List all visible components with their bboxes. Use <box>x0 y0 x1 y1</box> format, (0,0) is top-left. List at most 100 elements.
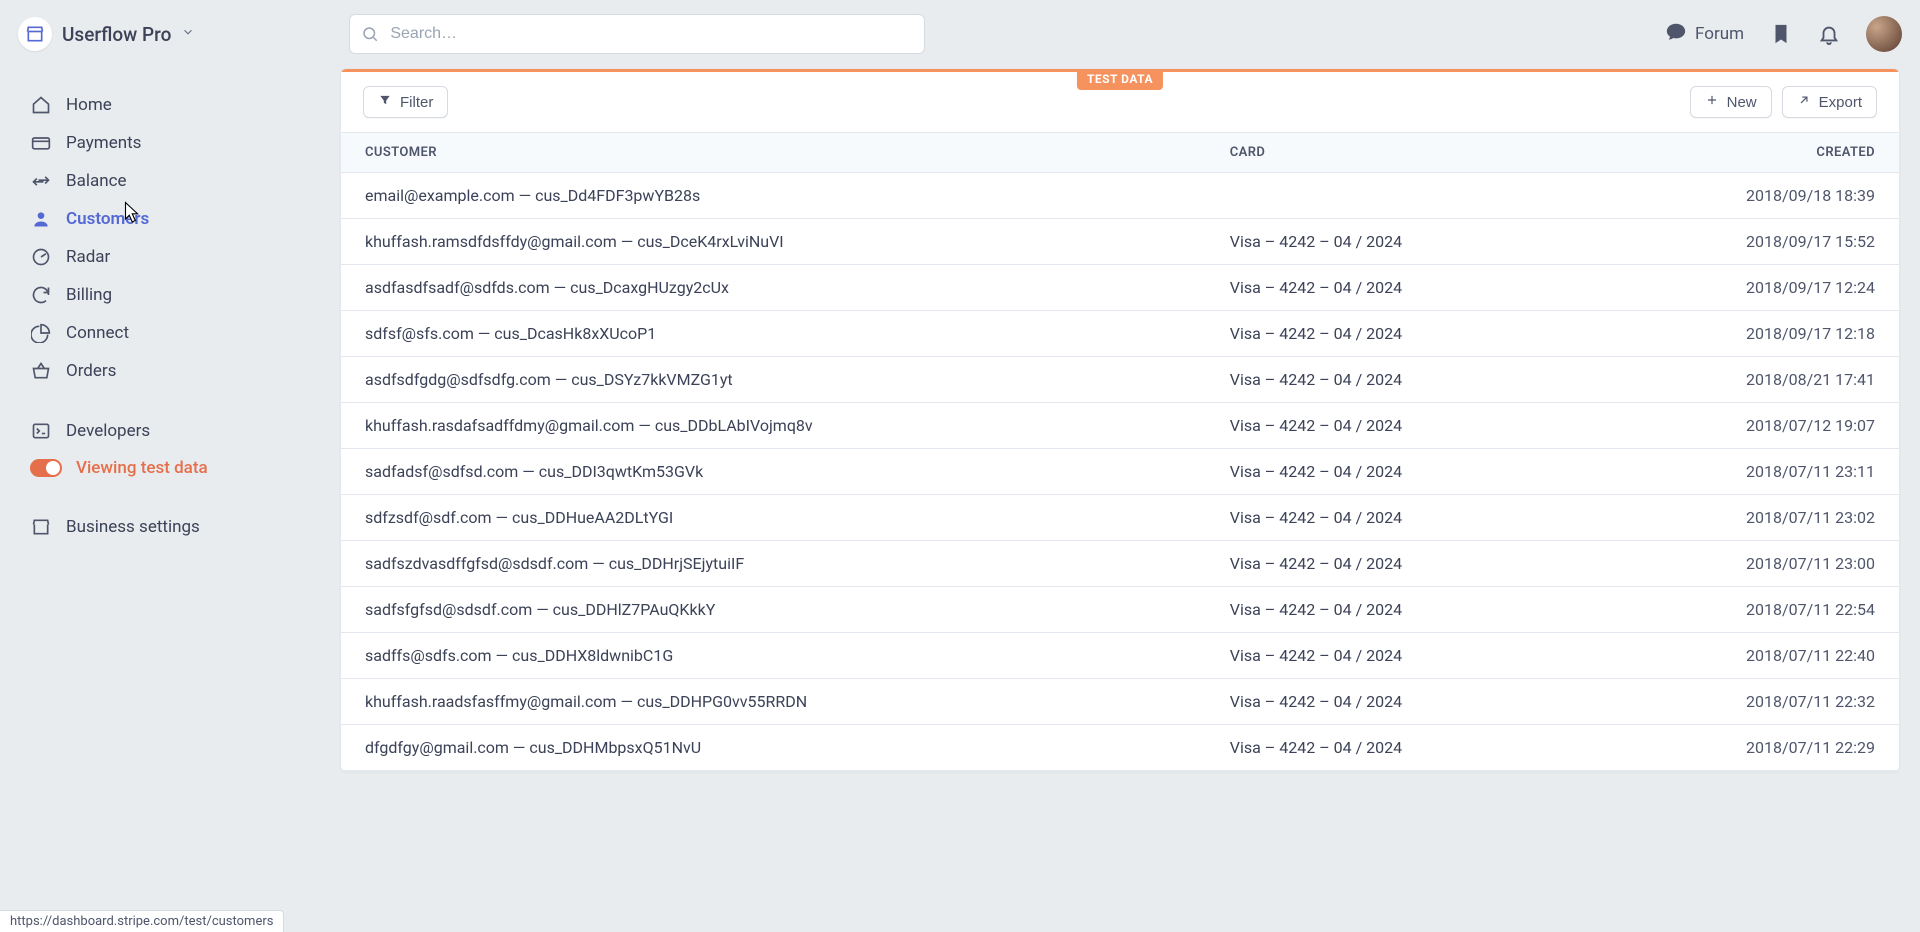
cell-created: 2018/07/11 22:32 <box>1590 679 1899 725</box>
table-row[interactable]: email@example.com — cus_Dd4FDF3pwYB28s20… <box>341 173 1899 219</box>
sidebar-item-business-settings[interactable]: Business settings <box>20 508 340 546</box>
cell-card: Visa – 4242 – 04 / 2024 <box>1206 587 1590 633</box>
cycle-icon <box>30 284 52 306</box>
terminal-icon <box>30 420 52 442</box>
sidebar-item-radar[interactable]: Radar <box>20 238 340 276</box>
forum-link[interactable]: Forum <box>1665 21 1744 48</box>
test-data-label: Viewing test data <box>76 458 208 478</box>
cell-customer: sdfzsdf@sdf.com — cus_DDHueAA2DLtYGI <box>341 495 1206 541</box>
cell-customer: sadfszdvasdffgfsd@sdsdf.com — cus_DDHrjS… <box>341 541 1206 587</box>
basket-icon <box>30 360 52 382</box>
table-row[interactable]: sadfszdvasdffgfsd@sdsdf.com — cus_DDHrjS… <box>341 541 1899 587</box>
table-row[interactable]: sdfzsdf@sdf.com — cus_DDHueAA2DLtYGIVisa… <box>341 495 1899 541</box>
cell-created: 2018/07/11 23:02 <box>1590 495 1899 541</box>
table-row[interactable]: khuffash.rasdafsadffdmy@gmail.com — cus_… <box>341 403 1899 449</box>
sidebar-item-home[interactable]: Home <box>20 86 340 124</box>
sidebar-item-developers[interactable]: Developers <box>20 412 340 450</box>
table-row[interactable]: sdfsf@sfs.com — cus_DcasHk8xXUcoP1Visa –… <box>341 311 1899 357</box>
cell-customer: sadfsfgfsd@sdsdf.com — cus_DDHlZ7PAuQKkk… <box>341 587 1206 633</box>
sidebar-item-label: Radar <box>66 247 110 267</box>
avatar[interactable] <box>1866 16 1902 52</box>
cell-card: Visa – 4242 – 04 / 2024 <box>1206 449 1590 495</box>
cell-card: Visa – 4242 – 04 / 2024 <box>1206 541 1590 587</box>
search-icon <box>361 25 379 43</box>
cell-created: 2018/09/17 12:24 <box>1590 265 1899 311</box>
cell-card: Visa – 4242 – 04 / 2024 <box>1206 495 1590 541</box>
chevron-down-icon <box>181 25 195 43</box>
cell-created: 2018/07/11 22:29 <box>1590 725 1899 771</box>
bell-icon[interactable] <box>1818 23 1840 45</box>
cell-created: 2018/07/11 23:11 <box>1590 449 1899 495</box>
bookmark-icon[interactable] <box>1770 23 1792 45</box>
table-row[interactable]: asdfsdfgdg@sdfsdfg.com — cus_DSYz7kkVMZG… <box>341 357 1899 403</box>
radar-icon <box>30 246 52 268</box>
plus-icon <box>1705 93 1719 111</box>
sidebar-item-billing[interactable]: Billing <box>20 276 340 314</box>
switch-on-icon <box>30 459 62 477</box>
cell-customer: sdfsf@sfs.com — cus_DcasHk8xXUcoP1 <box>341 311 1206 357</box>
export-button[interactable]: Export <box>1782 86 1877 118</box>
cell-customer: khuffash.ramsdfdsffdy@gmail.com — cus_Dc… <box>341 219 1206 265</box>
home-icon <box>30 94 52 116</box>
arrows-icon <box>30 170 52 192</box>
cell-created: 2018/08/21 17:41 <box>1590 357 1899 403</box>
status-bar-url: https://dashboard.stripe.com/test/custom… <box>0 910 284 932</box>
cell-customer: khuffash.rasdafsadffdmy@gmail.com — cus_… <box>341 403 1206 449</box>
store-icon <box>18 17 52 51</box>
test-mode-bar: TEST DATA <box>341 69 1899 72</box>
sidebar-item-orders[interactable]: Orders <box>20 352 340 390</box>
export-icon <box>1797 93 1811 111</box>
sidebar-item-label: Customers <box>66 209 149 229</box>
cell-card: Visa – 4242 – 04 / 2024 <box>1206 725 1590 771</box>
sidebar-item-label: Connect <box>66 323 129 343</box>
sidebar-item-customers[interactable]: Customers <box>20 200 340 238</box>
store-small-icon <box>30 516 52 538</box>
chat-icon <box>1665 21 1687 48</box>
table-row[interactable]: sadfsfgfsd@sdsdf.com — cus_DDHlZ7PAuQKkk… <box>341 587 1899 633</box>
test-data-toggle[interactable]: Viewing test data <box>20 450 340 486</box>
sidebar-item-balance[interactable]: Balance <box>20 162 340 200</box>
cell-created: 2018/09/18 18:39 <box>1590 173 1899 219</box>
cell-card: Visa – 4242 – 04 / 2024 <box>1206 679 1590 725</box>
cell-card <box>1206 173 1590 219</box>
cell-created: 2018/07/12 19:07 <box>1590 403 1899 449</box>
credit-card-icon <box>30 132 52 154</box>
cell-customer: dfgdfgy@gmail.com — cus_DDHMbpsxQ51NvU <box>341 725 1206 771</box>
col-card[interactable]: CARD <box>1206 133 1590 173</box>
pie-icon <box>30 322 52 344</box>
test-data-badge: TEST DATA <box>1077 69 1163 90</box>
table-row[interactable]: khuffash.raadsfasffmy@gmail.com — cus_DD… <box>341 679 1899 725</box>
search-input[interactable] <box>349 14 925 54</box>
filter-icon <box>378 93 392 111</box>
col-customer[interactable]: CUSTOMER <box>341 133 1206 173</box>
forum-label: Forum <box>1695 24 1744 44</box>
cell-card: Visa – 4242 – 04 / 2024 <box>1206 403 1590 449</box>
new-button[interactable]: New <box>1690 86 1772 118</box>
table-row[interactable]: sadfadsf@sdfsd.com — cus_DDI3qwtKm53GVkV… <box>341 449 1899 495</box>
cell-customer: sadffs@sdfs.com — cus_DDHX8ldwnibC1G <box>341 633 1206 679</box>
sidebar-item-label: Home <box>66 95 112 115</box>
filter-button[interactable]: Filter <box>363 86 448 118</box>
main-panel: TEST DATA Filter New Export C <box>340 68 1900 772</box>
table-row[interactable]: khuffash.ramsdfdsffdy@gmail.com — cus_Dc… <box>341 219 1899 265</box>
sidebar-item-label: Business settings <box>66 517 200 537</box>
app-name: Userflow Pro <box>62 23 171 46</box>
sidebar: Home Payments Balance Customers Radar Bi… <box>0 68 340 546</box>
export-label: Export <box>1819 94 1862 111</box>
col-created[interactable]: CREATED <box>1590 133 1899 173</box>
cell-created: 2018/09/17 12:18 <box>1590 311 1899 357</box>
table-row[interactable]: dfgdfgy@gmail.com — cus_DDHMbpsxQ51NvUVi… <box>341 725 1899 771</box>
sidebar-item-label: Orders <box>66 361 116 381</box>
customers-table: CUSTOMER CARD CREATED email@example.com … <box>341 132 1899 771</box>
cell-created: 2018/09/17 15:52 <box>1590 219 1899 265</box>
table-row[interactable]: sadffs@sdfs.com — cus_DDHX8ldwnibC1GVisa… <box>341 633 1899 679</box>
sidebar-item-connect[interactable]: Connect <box>20 314 340 352</box>
app-switcher[interactable]: Userflow Pro <box>18 17 195 51</box>
sidebar-item-payments[interactable]: Payments <box>20 124 340 162</box>
cell-card: Visa – 4242 – 04 / 2024 <box>1206 265 1590 311</box>
sidebar-item-label: Developers <box>66 421 150 441</box>
sidebar-item-label: Payments <box>66 133 141 153</box>
table-row[interactable]: asdfasdfsadf@sdfds.com — cus_DcaxgHUzgy2… <box>341 265 1899 311</box>
user-icon <box>30 208 52 230</box>
cell-customer: asdfsdfgdg@sdfsdfg.com — cus_DSYz7kkVMZG… <box>341 357 1206 403</box>
